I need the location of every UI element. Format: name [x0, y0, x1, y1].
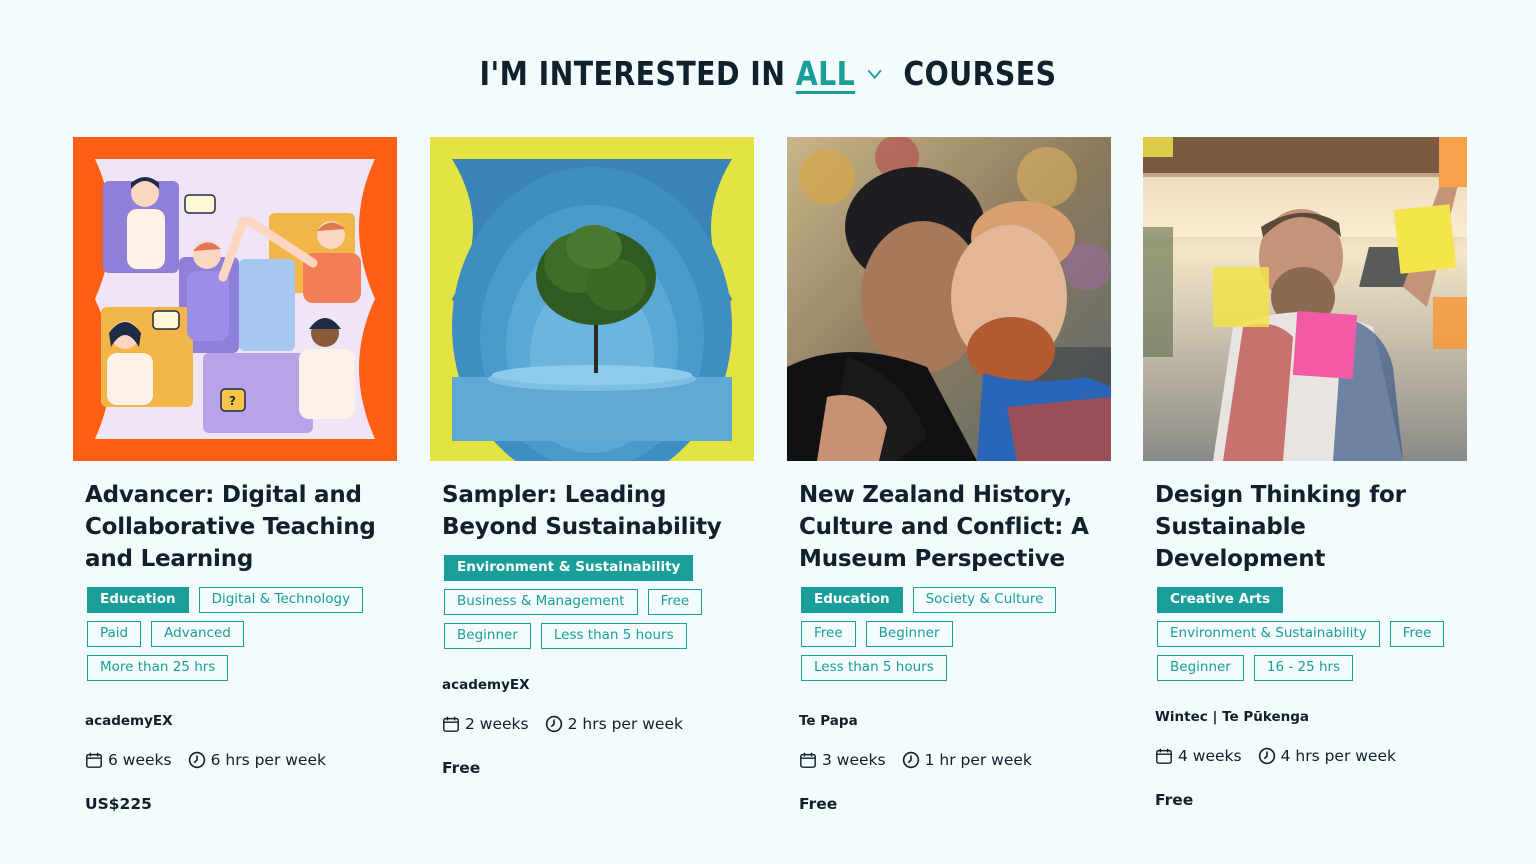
- category-tag[interactable]: Education: [801, 587, 903, 613]
- course-filter-dropdown[interactable]: ALL: [796, 54, 855, 93]
- clock-icon: [1258, 747, 1275, 765]
- clock-icon: [902, 751, 919, 769]
- course-duration: 4 weeks: [1178, 747, 1242, 765]
- course-image[interactable]: [1143, 137, 1467, 461]
- course-price: US$225: [85, 795, 152, 813]
- tag[interactable]: Free: [801, 621, 856, 647]
- course-meta: 4 weeks 4 hrs per week: [1155, 747, 1455, 765]
- tag[interactable]: Beginner: [1157, 655, 1244, 681]
- course-provider: Wintec | Te Pūkenga: [1155, 709, 1310, 725]
- calendar-icon: [1156, 748, 1172, 764]
- course-title[interactable]: New Zealand History, Culture and Conflic…: [799, 479, 1099, 575]
- course-effort: 6 hrs per week: [210, 751, 326, 769]
- course-effort: 4 hrs per week: [1280, 747, 1396, 765]
- course-price: Free: [442, 759, 481, 777]
- tag[interactable]: Environment & Sustainability: [1157, 621, 1380, 647]
- clock-icon: [545, 715, 562, 733]
- course-duration: 2 weeks: [465, 715, 529, 733]
- course-card[interactable]: New Zealand History, Culture and Conflic…: [787, 137, 1111, 813]
- course-card[interactable]: Sampler: Leading Beyond Sustainability E…: [430, 137, 754, 777]
- course-effort: 2 hrs per week: [567, 715, 683, 733]
- course-card[interactable]: Design Thinking for Sustainable Developm…: [1143, 137, 1467, 809]
- heading-suffix: COURSES: [903, 54, 1057, 93]
- course-image[interactable]: ?: [73, 137, 397, 461]
- course-title[interactable]: Advancer: Digital and Collaborative Teac…: [85, 479, 385, 575]
- course-price: Free: [1155, 791, 1194, 809]
- category-tag[interactable]: Education: [87, 587, 189, 613]
- tag[interactable]: Digital & Technology: [198, 587, 364, 613]
- course-provider: academyEX: [85, 713, 173, 729]
- course-meta: 2 weeks 2 hrs per week: [442, 715, 742, 733]
- course-effort: 1 hr per week: [924, 751, 1032, 769]
- course-image[interactable]: [430, 137, 754, 461]
- course-tags: Environment & Sustainability Business & …: [444, 555, 744, 649]
- calendar-icon: [443, 716, 459, 732]
- tag[interactable]: Beginner: [865, 621, 953, 647]
- chevron-down-icon[interactable]: [866, 63, 885, 85]
- course-tags: Creative Arts Environment & Sustainabili…: [1157, 587, 1457, 681]
- tag[interactable]: More than 25 hrs: [87, 655, 229, 681]
- course-tags: Education Society & Culture Free Beginne…: [801, 587, 1101, 681]
- course-title[interactable]: Sampler: Leading Beyond Sustainability: [442, 479, 742, 543]
- tag[interactable]: Free: [1389, 621, 1445, 647]
- tag[interactable]: Paid: [87, 621, 142, 647]
- tag[interactable]: Society & Culture: [912, 587, 1057, 613]
- svg-text:?: ?: [229, 394, 236, 408]
- course-meta: 6 weeks 6 hrs per week: [85, 751, 385, 769]
- course-duration: 3 weeks: [822, 751, 886, 769]
- course-meta: 3 weeks 1 hr per week: [799, 751, 1099, 769]
- tag[interactable]: Advanced: [151, 621, 244, 647]
- calendar-icon: [800, 752, 816, 768]
- tag[interactable]: Less than 5 hours: [801, 655, 947, 681]
- course-provider: academyEX: [442, 677, 530, 693]
- course-title[interactable]: Design Thinking for Sustainable Developm…: [1155, 479, 1455, 575]
- course-duration: 6 weeks: [108, 751, 172, 769]
- category-tag[interactable]: Creative Arts: [1157, 587, 1284, 613]
- category-tag[interactable]: Environment & Sustainability: [444, 555, 694, 581]
- tag[interactable]: 16 - 25 hrs: [1253, 655, 1354, 681]
- tag[interactable]: Free: [647, 589, 703, 615]
- heading-prefix: I'M INTERESTED IN: [479, 54, 786, 93]
- course-provider: Te Papa: [799, 713, 858, 729]
- tag[interactable]: Business & Management: [444, 589, 638, 615]
- page-heading: I'M INTERESTED IN ALL COURSES: [108, 54, 1429, 93]
- course-image[interactable]: [787, 137, 1111, 461]
- course-price: Free: [799, 795, 838, 813]
- clock-icon: [188, 751, 205, 769]
- tag[interactable]: Less than 5 hours: [540, 623, 687, 649]
- course-tags: Education Digital & Technology Paid Adva…: [87, 587, 387, 681]
- calendar-icon: [86, 752, 102, 768]
- course-card[interactable]: ? Advancer: Digital and Collaborative Te…: [73, 137, 397, 813]
- tag[interactable]: Beginner: [444, 623, 531, 649]
